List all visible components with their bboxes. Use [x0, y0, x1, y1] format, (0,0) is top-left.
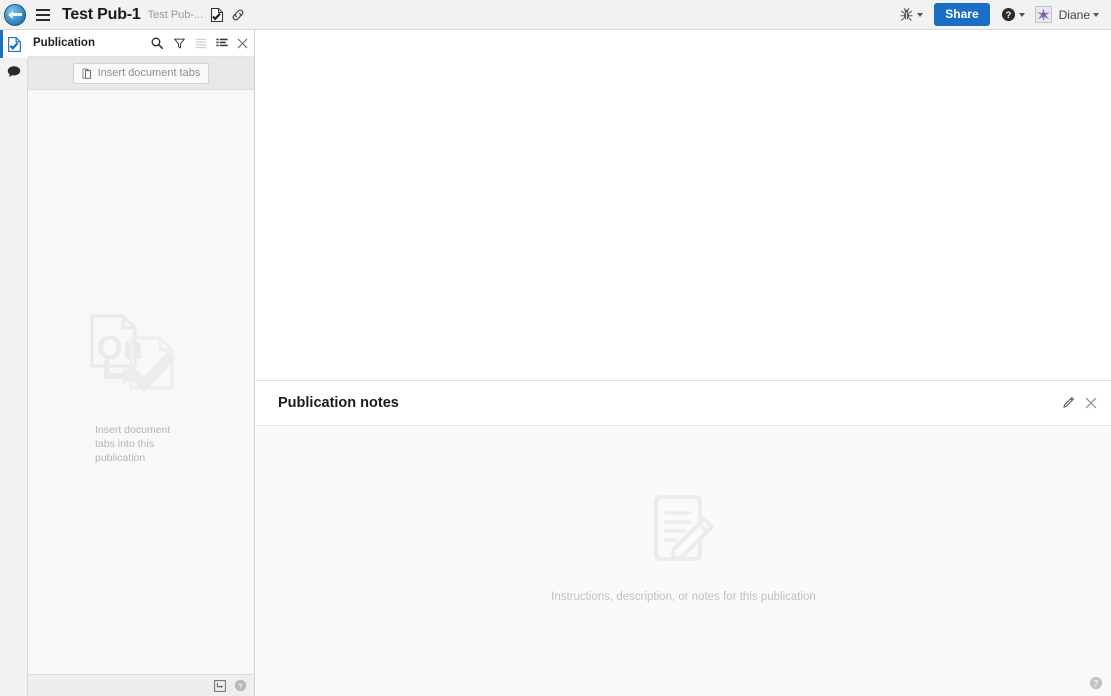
comment-bubble-icon	[7, 66, 21, 77]
avatar	[1034, 6, 1052, 23]
page-subtitle: Test Pub-...	[147, 8, 204, 21]
panel-title: Publication	[33, 37, 95, 49]
document-check-icon	[7, 36, 21, 52]
app-logo-icon[interactable]	[0, 0, 30, 30]
insert-document-tabs-watermark: On	[81, 312, 201, 407]
notes-document-pencil-watermark	[638, 489, 730, 581]
insert-document-tabs-button[interactable]: Insert document tabs	[72, 62, 210, 84]
help-menu-button[interactable]: ?	[997, 3, 1029, 27]
document-viewer-area[interactable]	[256, 30, 1111, 379]
notes-header-actions	[1061, 396, 1097, 410]
panel-header-actions	[150, 36, 248, 50]
help-circle-icon[interactable]: ?	[1089, 676, 1103, 690]
list-view-icon[interactable]	[195, 37, 207, 49]
notes-empty-text: Instructions, description, or notes for …	[551, 591, 816, 603]
insert-document-tabs-label: Insert document tabs	[97, 67, 201, 79]
panel-layout-icon[interactable]	[214, 679, 226, 692]
sidebar-item-comments[interactable]	[0, 58, 28, 86]
search-icon[interactable]	[150, 36, 164, 50]
filter-icon[interactable]	[173, 37, 186, 50]
user-menu-button[interactable]: Diane	[1031, 3, 1103, 27]
chevron-down-icon	[917, 12, 924, 17]
panel-empty-text: Insert document tabs into this publicati…	[95, 424, 171, 464]
left-icon-rail	[0, 30, 28, 696]
username-label: Diane	[1058, 7, 1090, 22]
tree-view-icon[interactable]	[216, 37, 228, 49]
svg-text:?: ?	[1005, 10, 1011, 20]
top-bar: Test Pub-1 Test Pub-... Share ? Diane	[0, 0, 1111, 30]
document-check-icon[interactable]	[209, 7, 225, 23]
chevron-down-icon	[1018, 12, 1025, 17]
svg-text:On: On	[97, 329, 143, 366]
hamburger-menu-icon[interactable]	[32, 0, 54, 30]
publication-panel: Publication Insert document tabs On Inse…	[28, 30, 255, 696]
topbar-actions: Share ? Diane	[895, 0, 1111, 30]
help-circle-icon[interactable]: ?	[234, 679, 247, 692]
close-icon[interactable]	[237, 38, 248, 49]
page-title: Test Pub-1	[62, 5, 141, 23]
link-icon[interactable]	[231, 8, 245, 22]
panel-toolbar: Insert document tabs	[28, 57, 254, 90]
main-content: Publication notes Instructions, descript…	[256, 30, 1111, 696]
share-button[interactable]: Share	[934, 3, 990, 26]
panel-body: On Insert document tabs into this public…	[28, 90, 254, 674]
notes-title: Publication notes	[278, 395, 399, 411]
svg-text:?: ?	[238, 681, 243, 690]
bug-icon	[900, 8, 913, 21]
close-icon[interactable]	[1085, 397, 1097, 409]
panel-header: Publication	[28, 30, 254, 57]
paste-document-icon	[80, 67, 93, 80]
chevron-down-icon	[1093, 12, 1099, 17]
svg-text:?: ?	[1093, 678, 1098, 688]
notes-body[interactable]: Instructions, description, or notes for …	[256, 426, 1111, 696]
bug-menu-button[interactable]	[895, 3, 927, 27]
publication-notes-section: Publication notes Instructions, descript…	[256, 380, 1111, 696]
pencil-edit-icon[interactable]	[1061, 396, 1075, 410]
help-circle-icon: ?	[1001, 7, 1015, 22]
sidebar-item-publication[interactable]	[0, 30, 28, 58]
panel-empty-state: On Insert document tabs into this public…	[28, 312, 254, 465]
panel-footer: ?	[28, 674, 254, 696]
notes-header: Publication notes	[256, 381, 1111, 426]
